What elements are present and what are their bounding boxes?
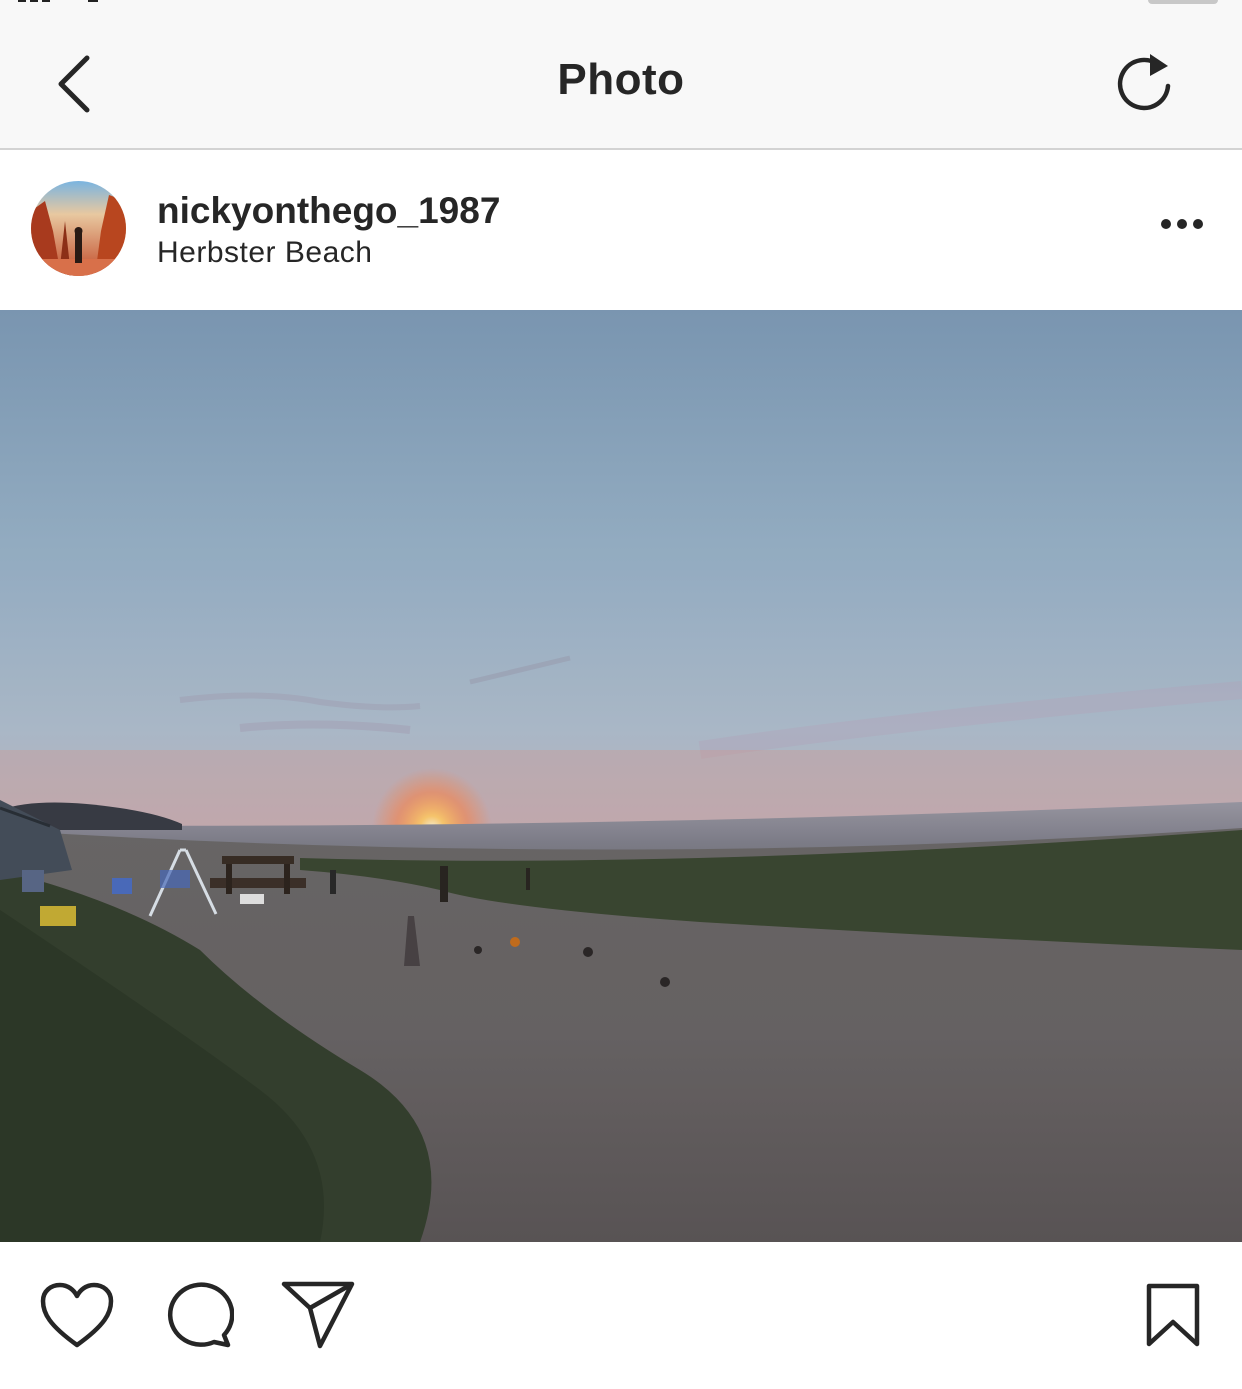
nav-bar: Photo	[0, 8, 1242, 150]
save-button[interactable]	[1133, 1277, 1213, 1357]
signal-icon	[18, 0, 118, 4]
comment-icon	[162, 1279, 235, 1356]
username[interactable]: nickyonthego_1987	[157, 190, 500, 232]
status-bar	[0, 0, 1242, 8]
avatar[interactable]	[31, 181, 126, 276]
bookmark-icon	[1145, 1282, 1201, 1353]
page-title: Photo	[557, 55, 685, 104]
comment-button[interactable]	[158, 1277, 238, 1357]
more-options-button[interactable]	[1152, 206, 1212, 246]
post-photo[interactable]	[0, 310, 1242, 1242]
like-button[interactable]	[37, 1277, 117, 1357]
refresh-icon	[1116, 50, 1176, 119]
action-bar	[0, 1242, 1242, 1389]
heart-icon	[39, 1281, 115, 1354]
location-link[interactable]: Herbster Beach	[157, 236, 372, 270]
ellipsis-icon	[1160, 217, 1204, 236]
share-button[interactable]	[278, 1277, 358, 1357]
post-header: nickyonthego_1987 Herbster Beach	[0, 150, 1242, 310]
battery-icon	[1148, 0, 1218, 4]
send-icon	[280, 1280, 356, 1355]
refresh-button[interactable]	[1110, 48, 1182, 120]
